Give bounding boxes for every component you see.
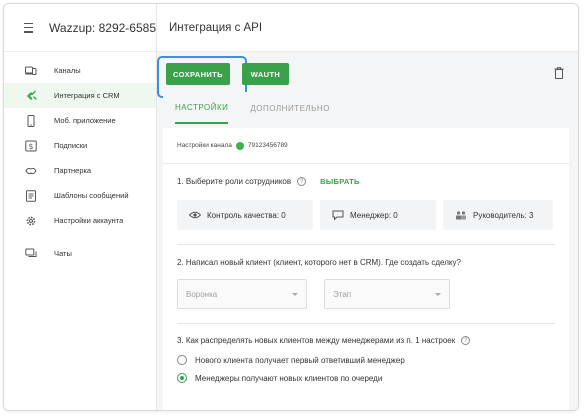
tab-settings[interactable]: НАСТРОЙКИ (175, 92, 229, 124)
role-label: Контроль качества: 0 (207, 210, 286, 220)
sidebar-item-label: Каналы (54, 66, 81, 75)
help-icon[interactable]: ? (461, 336, 471, 345)
sidebar-nav: Каналы Интеграция с CRM Моб. приложение … (4, 52, 156, 266)
sidebar-item-partners[interactable]: Партнерка (4, 158, 156, 183)
chevron-down-icon (435, 292, 441, 296)
option-round-robin[interactable]: Менеджеры получают новых клиентов по оче… (177, 369, 569, 387)
page-title: Интеграция с API (169, 21, 263, 34)
distribution-section: 3. Как распределять новых клиентов между… (163, 324, 569, 387)
roles-section: 1. Выберите роли сотрудников ? ВЫБРАТЬ К… (163, 164, 569, 245)
tablet-phone-icon (24, 64, 38, 78)
sidebar-item-mobile-app[interactable]: Моб. приложение (4, 108, 156, 133)
smartphone-icon (24, 114, 38, 128)
role-label: Руководитель: 3 (473, 210, 534, 220)
tab-additional[interactable]: ДОПОЛНИТЕЛЬНО (250, 92, 330, 124)
roles-question: 1. Выберите роли сотрудников (177, 177, 292, 186)
toolbar: СОХРАНИТЬ WAUTH (157, 52, 578, 98)
eye-icon (189, 210, 201, 220)
document-icon (24, 189, 38, 203)
main-content: Интеграция с API СОХРАНИТЬ WAUTH НАСТРОЙ… (157, 4, 578, 410)
app-window: Wazzup: 8292-6585 Каналы Интеграция с CR… (3, 3, 579, 411)
sidebar-item-account-settings[interactable]: Настройки аккаунта (4, 208, 156, 233)
sidebar-item-crm-integration[interactable]: Интеграция с CRM (4, 83, 156, 108)
role-head[interactable]: Руководитель: 3 (443, 200, 553, 230)
channel-label: Настройки канала (177, 142, 232, 149)
chevron-down-icon (292, 292, 298, 296)
roles-question-row: 1. Выберите роли сотрудников ? ВЫБРАТЬ (177, 177, 569, 186)
sidebar-item-label: Шаблоны сообщений (54, 191, 129, 200)
svg-text:$: $ (29, 141, 34, 150)
handshake-icon (24, 164, 38, 178)
roles-list: Контроль качества: 0 Менеджер: 0 Руковод… (177, 200, 569, 230)
sidebar-item-channels[interactable]: Каналы (4, 58, 156, 83)
choose-roles-link[interactable]: ВЫБРАТЬ (320, 177, 360, 186)
role-label: Менеджер: 0 (350, 210, 398, 220)
account-title: Wazzup: 8292-6585 (49, 20, 156, 35)
chat-icon (24, 247, 38, 261)
sidebar-item-label: Подписки (54, 141, 88, 150)
funnel-select[interactable]: Воронка (177, 279, 307, 309)
sidebar-item-templates[interactable]: Шаблоны сообщений (4, 183, 156, 208)
sidebar-item-subscriptions[interactable]: $ Подписки (4, 133, 156, 158)
distribution-question-row: 3. Как распределять новых клиентов между… (177, 336, 569, 345)
sidebar-header: Wazzup: 8292-6585 (4, 4, 156, 52)
tabs-bar: НАСТРОЙКИ ДОПОЛНИТЕЛЬНО (163, 92, 569, 124)
dollar-icon: $ (24, 139, 38, 153)
chat-bubble-icon (332, 210, 344, 220)
puzzle-icon (24, 89, 38, 103)
sidebar-item-label: Партнерка (54, 166, 92, 175)
radio-button[interactable] (177, 355, 187, 365)
menu-icon[interactable] (24, 22, 34, 33)
sidebar-item-label: Интеграция с CRM (54, 91, 120, 100)
funnel-placeholder: Воронка (186, 289, 218, 299)
help-icon[interactable]: ? (297, 177, 307, 186)
sidebar-item-label: Чаты (54, 249, 72, 258)
radio-button[interactable] (177, 373, 187, 383)
deal-selects: Воронка Этап (177, 279, 569, 309)
sidebar-item-chats[interactable]: Чаты (4, 241, 156, 266)
save-button[interactable]: СОХРАНИТЬ (166, 63, 230, 85)
option-first-responder[interactable]: Нового клиента получает первый ответивши… (177, 351, 569, 369)
channel-row: Настройки канала 79123456789 (163, 128, 569, 164)
deal-question: 2. Написал новый клиент (клиент, которог… (177, 258, 461, 267)
whatsapp-icon (235, 141, 244, 150)
sidebar-item-label: Моб. приложение (54, 116, 116, 125)
deal-section: 2. Написал новый клиент (клиент, которог… (163, 245, 569, 324)
distribution-options: Нового клиента получает первый ответивши… (177, 351, 569, 387)
gear-icon (24, 214, 38, 228)
option-label: Менеджеры получают новых клиентов по оче… (195, 373, 383, 383)
stage-select[interactable]: Этап (324, 279, 450, 309)
page-header: Интеграция с API (157, 4, 578, 52)
option-label: Нового клиента получает первый ответивши… (195, 355, 405, 365)
trash-icon[interactable] (554, 67, 564, 79)
sidebar-item-label: Настройки аккаунта (54, 216, 124, 225)
distribution-question: 3. Как распределять новых клиентов между… (177, 336, 456, 345)
sidebar: Wazzup: 8292-6585 Каналы Интеграция с CR… (4, 4, 157, 410)
team-icon (455, 210, 467, 220)
settings-card: Настройки канала 79123456789 1. Выберите… (163, 128, 569, 410)
stage-placeholder: Этап (333, 289, 352, 299)
role-manager[interactable]: Менеджер: 0 (320, 200, 436, 230)
channel-phone: 79123456789 (247, 142, 288, 149)
wauth-button[interactable]: WAUTH (242, 63, 289, 85)
role-quality-control[interactable]: Контроль качества: 0 (177, 200, 313, 230)
